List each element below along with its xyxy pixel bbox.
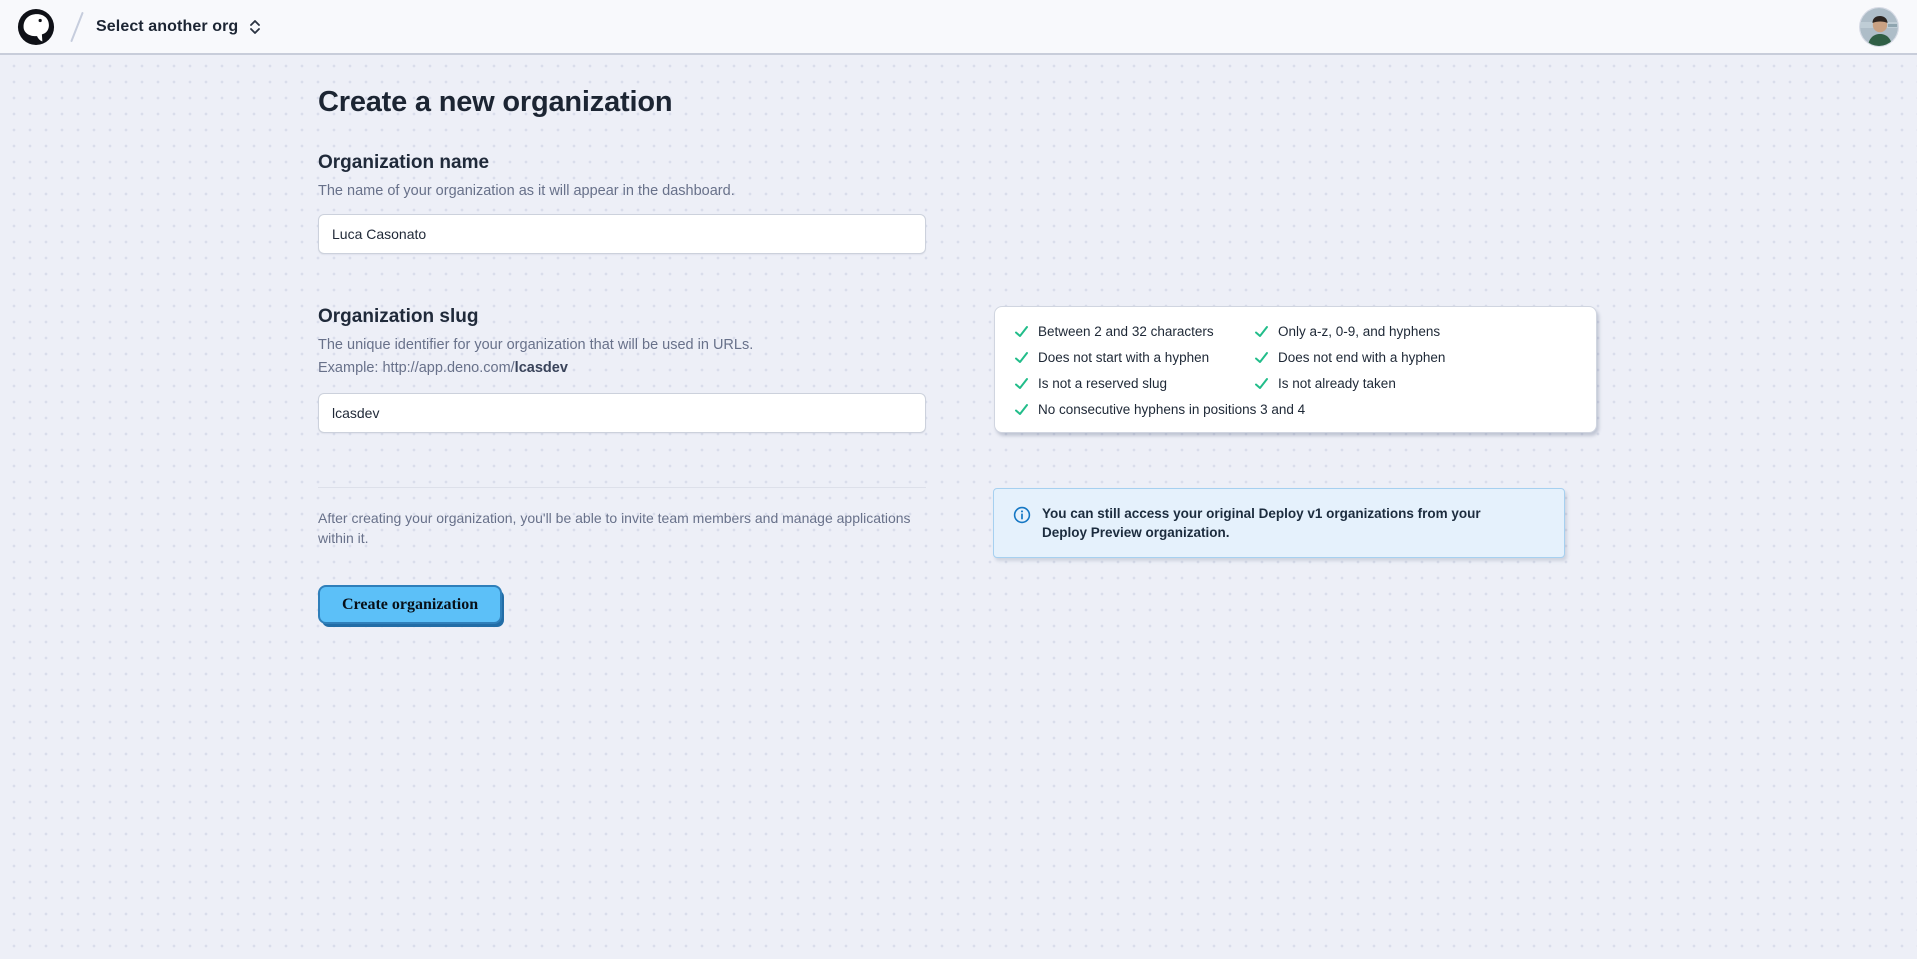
create-organization-button[interactable]: Create organization <box>318 585 502 624</box>
organization-name-label: Organization name <box>318 152 489 174</box>
validation-item: No consecutive hyphens in positions 3 an… <box>1014 402 1254 417</box>
check-icon <box>1014 376 1029 391</box>
validation-item-label: Is not a reserved slug <box>1038 376 1167 391</box>
check-icon <box>1254 376 1269 391</box>
organization-name-input[interactable] <box>318 214 926 254</box>
top-navbar: Select another org <box>0 0 1917 55</box>
check-icon <box>1014 324 1029 339</box>
validation-item-label: Only a-z, 0-9, and hyphens <box>1278 324 1440 339</box>
validation-item-label: Is not already taken <box>1278 376 1396 391</box>
validation-item: Between 2 and 32 characters <box>1014 324 1254 339</box>
validation-item: Does not start with a hyphen <box>1014 350 1254 365</box>
slug-validation-grid: Between 2 and 32 characters Only a-z, 0-… <box>1014 324 1578 417</box>
breadcrumb-slash <box>68 10 86 44</box>
organization-slug-label: Organization slug <box>318 306 478 328</box>
check-icon <box>1014 402 1029 417</box>
org-selector-button[interactable]: Select another org <box>96 18 262 36</box>
chevron-up-down-icon <box>248 19 262 35</box>
validation-item: Is not a reserved slug <box>1014 376 1254 391</box>
slug-description-text: The unique identifier for your organizat… <box>318 337 753 353</box>
info-banner-text: You can still access your original Deplo… <box>1042 504 1524 542</box>
avatar-photo <box>1860 8 1899 47</box>
slug-validation-card: Between 2 and 32 characters Only a-z, 0-… <box>994 306 1597 433</box>
validation-item-label: Does not end with a hyphen <box>1278 350 1445 365</box>
deploy-v1-info-banner: You can still access your original Deplo… <box>993 488 1565 558</box>
validation-item: Only a-z, 0-9, and hyphens <box>1254 324 1578 339</box>
validation-item-label: Between 2 and 32 characters <box>1038 324 1214 339</box>
deno-logo[interactable] <box>16 7 56 47</box>
check-icon <box>1014 350 1029 365</box>
organization-slug-input[interactable] <box>318 393 926 433</box>
validation-item: Is not already taken <box>1254 376 1578 391</box>
page-title: Create a new organization <box>318 86 672 119</box>
organization-slug-description: The unique identifier for your organizat… <box>318 334 878 380</box>
info-icon <box>1013 506 1031 524</box>
check-icon <box>1254 324 1269 339</box>
validation-item: Does not end with a hyphen <box>1254 350 1578 365</box>
validation-item-label: Does not start with a hyphen <box>1038 350 1209 365</box>
section-divider <box>318 487 926 488</box>
slug-example-prefix: Example: http://app.deno.com/ <box>318 360 515 376</box>
org-selector-label: Select another org <box>96 18 238 36</box>
post-create-note: After creating your organization, you'll… <box>318 508 928 548</box>
check-icon <box>1254 350 1269 365</box>
slug-example-slug: lcasdev <box>515 360 568 376</box>
organization-name-description: The name of your organization as it will… <box>318 180 735 203</box>
user-avatar[interactable] <box>1859 7 1899 47</box>
deno-dino-icon <box>17 8 55 46</box>
